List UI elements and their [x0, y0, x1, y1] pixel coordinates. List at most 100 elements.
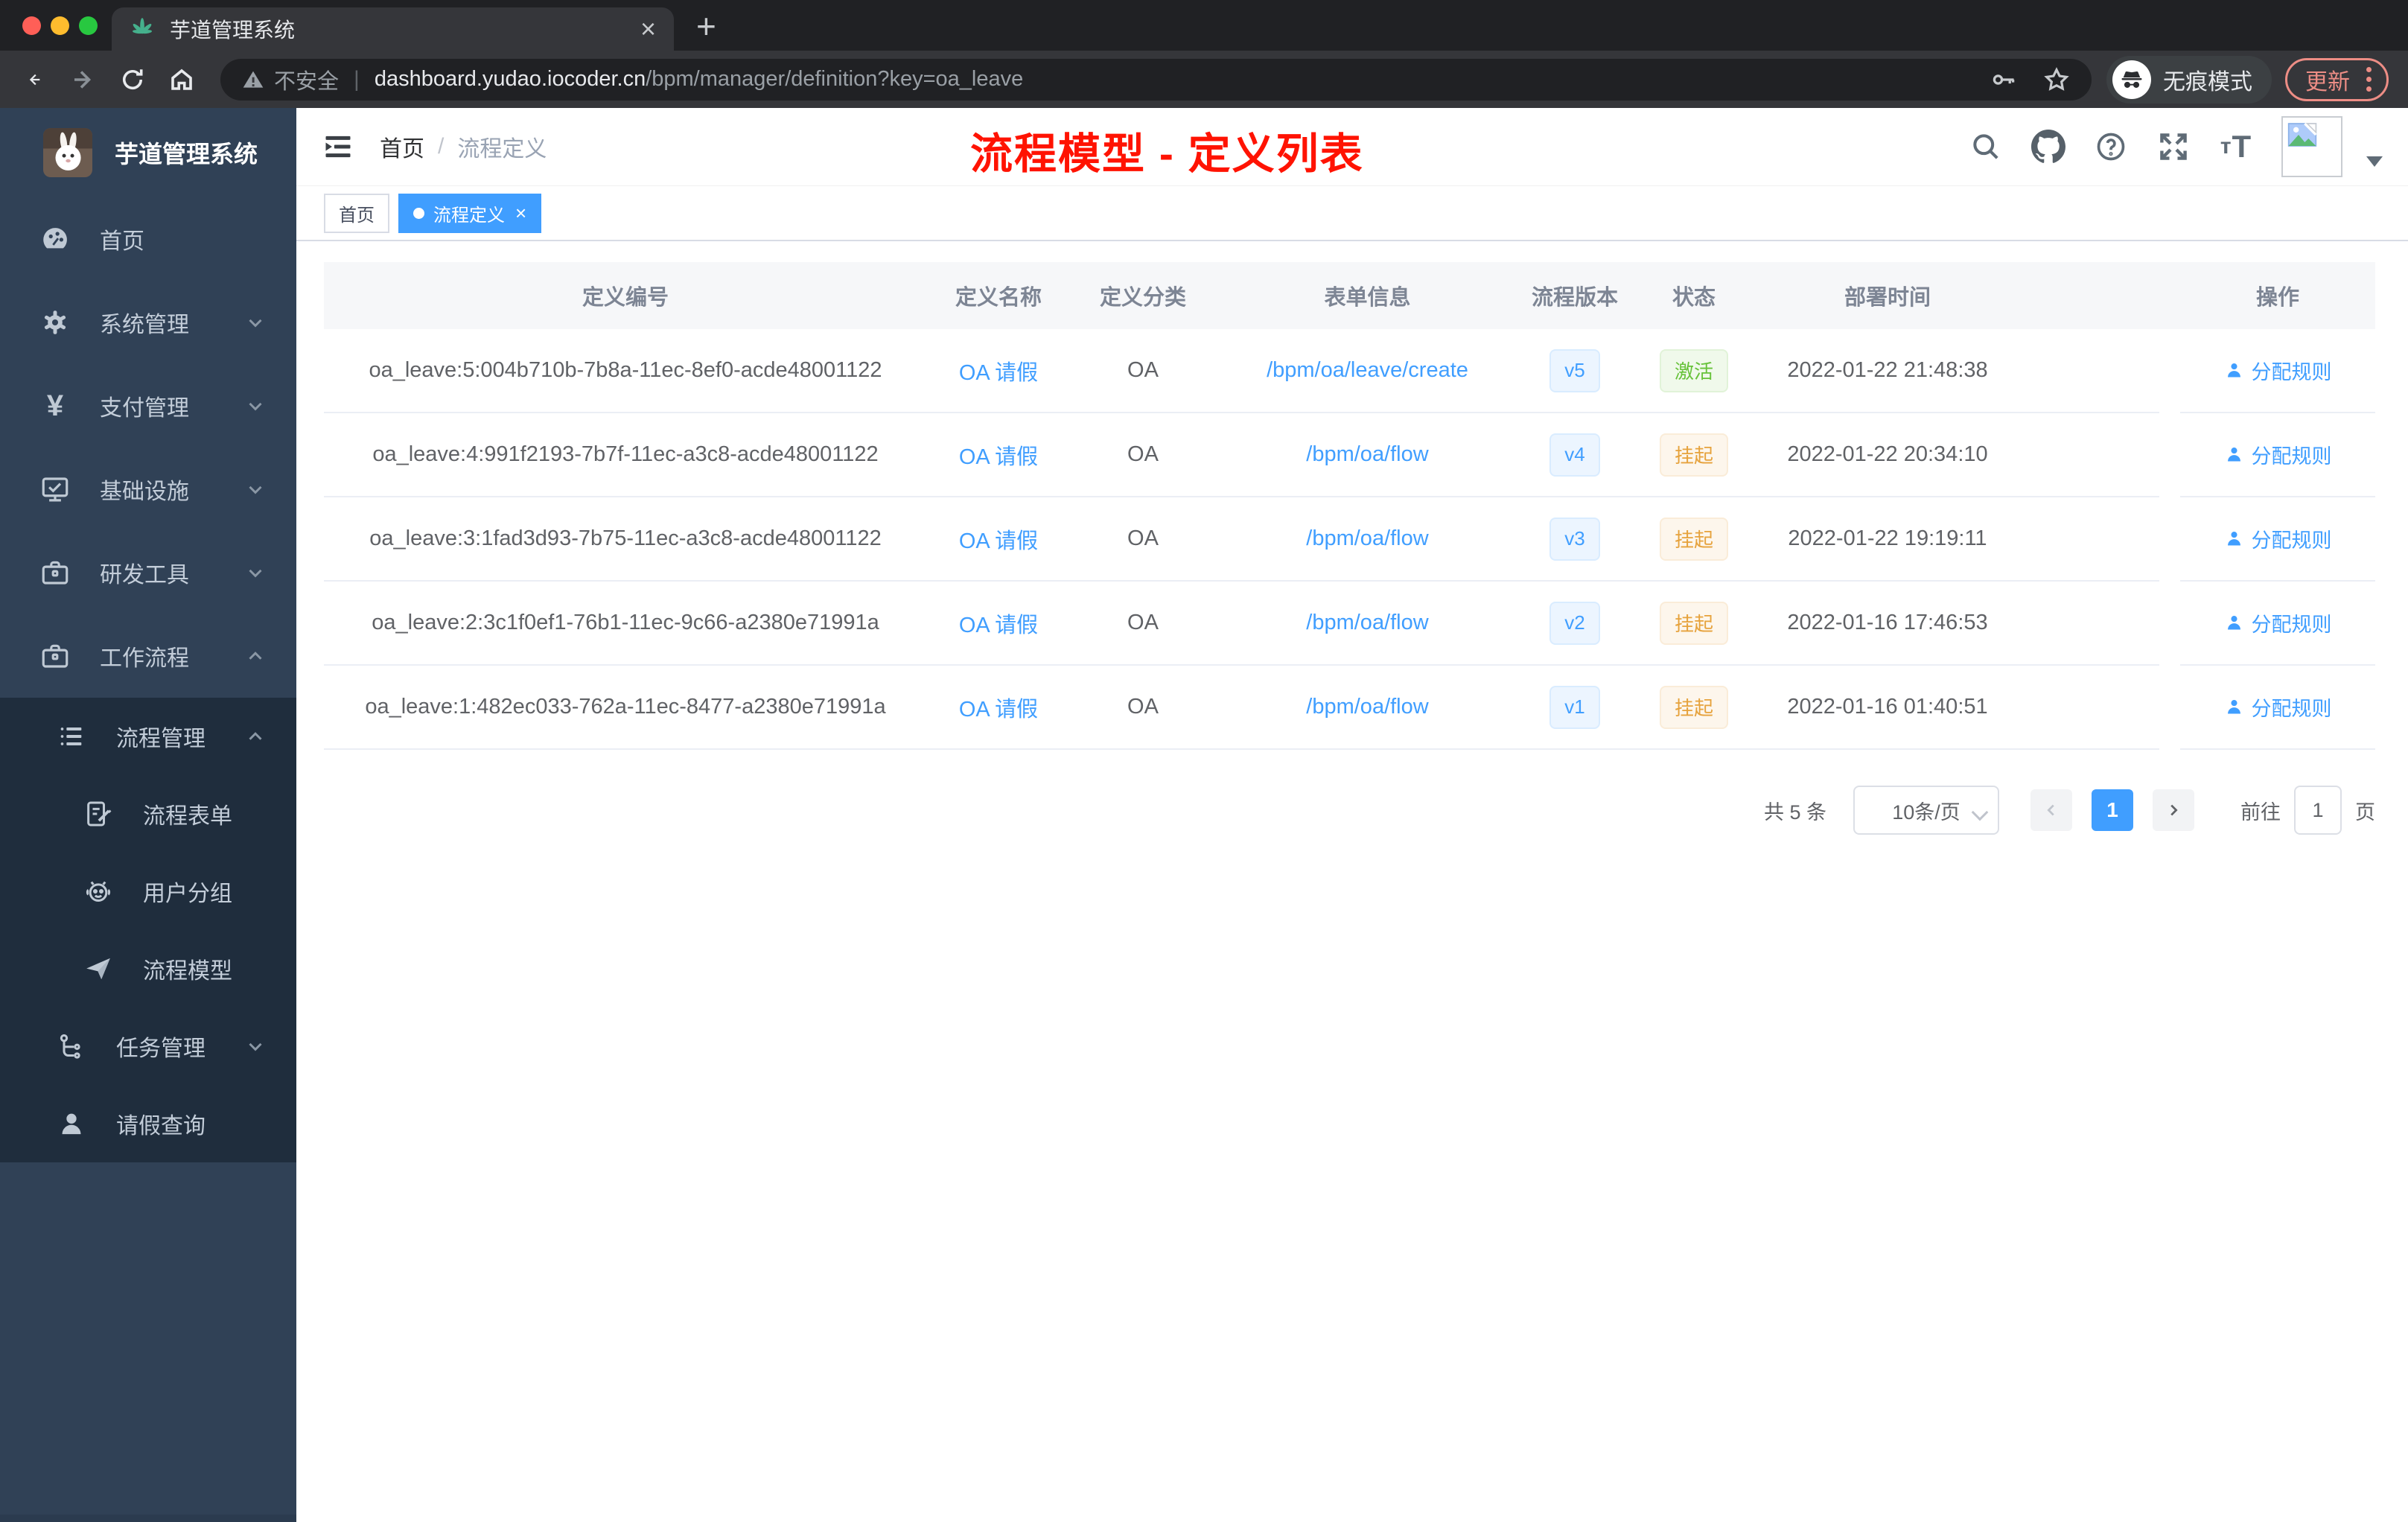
table-row: oa_leave:5:004b710b-7b8a-11ec-8ef0-acde4… [324, 329, 2375, 413]
definition-name-link[interactable]: OA 请假 [959, 355, 1038, 386]
search-icon[interactable] [1969, 130, 2003, 164]
table-header: 定义编号 定义名称 定义分类 表单信息 流程版本 状态 部署时间 操作 [324, 262, 2375, 329]
password-key-icon[interactable] [1990, 66, 2017, 93]
prev-page-button[interactable] [2030, 789, 2072, 831]
sidebar: 芋道管理系统 首页 系统管理 ¥ 支付管理 基础设施 研发工具 工作流程 流程管… [0, 108, 296, 1522]
form-link[interactable]: /bpm/oa/flow [1306, 611, 1428, 635]
definition-name-link[interactable]: OA 请假 [959, 608, 1038, 639]
assign-rule-button[interactable]: 分配规则 [2224, 608, 2332, 637]
sidebar-item-payment[interactable]: ¥ 支付管理 [0, 364, 296, 448]
leaf-favicon-icon [133, 18, 152, 34]
tag-home[interactable]: 首页 [324, 193, 389, 233]
tag-close-icon[interactable]: × [515, 203, 526, 223]
sidebar-item-label: 工作流程 [100, 646, 189, 671]
paper-plane-icon [82, 952, 115, 985]
home-button[interactable] [167, 65, 197, 95]
tab-close-icon[interactable]: × [640, 16, 656, 42]
window-close-button[interactable] [22, 16, 41, 35]
browser-tab[interactable]: 芋道管理系统 × [112, 7, 674, 51]
sidebar-item-process-management[interactable]: 流程管理 [0, 698, 296, 775]
definition-name-link[interactable]: OA 请假 [959, 523, 1038, 555]
version-badge: v4 [1549, 433, 1600, 477]
sidebar-item-home[interactable]: 首页 [0, 197, 296, 281]
app-title: 芋道管理系统 [115, 141, 258, 168]
url-separator: | [354, 66, 360, 92]
browser-menu-icon[interactable] [2363, 64, 2374, 95]
goto-page-input[interactable] [2294, 786, 2342, 835]
assign-rule-label: 分配规则 [2251, 445, 2332, 468]
window-minimize-button[interactable] [51, 16, 69, 35]
sidebar-bottom-edge [0, 1515, 296, 1522]
monitor-icon [39, 473, 71, 506]
sidebar-item-infrastructure[interactable]: 基础设施 [0, 448, 296, 531]
caret-down-icon[interactable] [2366, 156, 2383, 167]
dashboard-icon [39, 223, 71, 255]
form-link[interactable]: /bpm/oa/leave/create [1267, 358, 1468, 383]
url-host: dashboard.yudao.iocoder.cn [374, 67, 646, 91]
assign-rule-button[interactable]: 分配规则 [2224, 356, 2332, 385]
user-icon [55, 1107, 88, 1140]
pagination: 共 5 条 10条/页 1 前往 页 [324, 786, 2375, 835]
definition-name-link[interactable]: OA 请假 [959, 692, 1038, 723]
bookmark-star-icon[interactable] [2042, 66, 2071, 94]
definition-category: OA [1070, 497, 1216, 582]
next-page-button[interactable] [2153, 789, 2194, 831]
user-icon [2227, 700, 2240, 714]
font-size-icon[interactable]: тT [2219, 129, 2253, 164]
sidebar-item-leave-query[interactable]: 请假查询 [0, 1085, 296, 1162]
sidebar-logo[interactable]: 芋道管理系统 [0, 108, 296, 197]
definition-name-link[interactable]: OA 请假 [959, 439, 1038, 471]
url-bar[interactable]: 不安全 | dashboard.yudao.iocoder.cn/bpm/man… [220, 58, 2092, 101]
forward-button[interactable] [69, 65, 98, 95]
sidebar-item-process-model[interactable]: 流程模型 [0, 930, 296, 1007]
sidebar-collapse-icon[interactable] [322, 130, 354, 163]
version-badge: v5 [1549, 348, 1600, 392]
sidebar-item-system[interactable]: 系统管理 [0, 281, 296, 364]
back-button[interactable] [19, 65, 49, 95]
assign-rule-button[interactable]: 分配规则 [2224, 692, 2332, 722]
update-label: 更新 [2305, 69, 2350, 95]
form-link[interactable]: /bpm/oa/flow [1306, 526, 1428, 551]
sidebar-item-process-form[interactable]: 流程表单 [0, 775, 296, 853]
form-link[interactable]: /bpm/oa/flow [1306, 695, 1428, 719]
column-header: 表单信息 [1216, 262, 1519, 329]
sidebar-item-task-management[interactable]: 任务管理 [0, 1007, 296, 1085]
sidebar-item-label: 请假查询 [116, 1114, 206, 1139]
workflow-submenu: 流程管理 流程表单 用户分组 流程模型 任务管理 请假查询 [0, 698, 296, 1162]
browser-tabstrip: 芋道管理系统 × + [0, 0, 2408, 51]
sidebar-item-label: 任务管理 [116, 1037, 206, 1061]
reload-button[interactable] [118, 65, 147, 95]
avatar[interactable] [2281, 116, 2342, 177]
page-size-value: 10条/页 [1892, 800, 1961, 824]
window-zoom-button[interactable] [79, 16, 98, 35]
tag-process-definition[interactable]: 流程定义 × [398, 193, 542, 233]
chevron-down-icon [249, 319, 262, 328]
new-tab-button[interactable]: + [696, 6, 716, 46]
help-icon[interactable] [2094, 130, 2128, 164]
sidebar-item-label: 首页 [100, 229, 144, 254]
breadcrumb-current: 流程定义 [457, 137, 547, 162]
assign-rule-button[interactable]: 分配规则 [2224, 440, 2332, 469]
breadcrumb: 首页 / 流程定义 [380, 130, 547, 163]
form-link[interactable]: /bpm/oa/flow [1306, 442, 1428, 467]
definition-table: 定义编号 定义名称 定义分类 表单信息 流程版本 状态 部署时间 操作 oa_l… [324, 262, 2375, 750]
breadcrumb-home[interactable]: 首页 [380, 130, 424, 163]
sidebar-item-user-group[interactable]: 用户分组 [0, 853, 296, 930]
sidebar-item-devtools[interactable]: 研发工具 [0, 531, 296, 614]
browser-chrome: 芋道管理系统 × + 不安全 | dashboard.yudao.iocoder… [0, 0, 2408, 108]
sidebar-item-label: 基础设施 [100, 480, 189, 504]
assign-rule-label: 分配规则 [2251, 361, 2332, 383]
security-label[interactable]: 不安全 [274, 64, 339, 95]
column-header: 操作 [2180, 262, 2375, 329]
active-dot-icon [413, 207, 424, 219]
page-number-button[interactable]: 1 [2092, 789, 2133, 831]
assign-rule-button[interactable]: 分配规则 [2224, 524, 2332, 553]
sidebar-item-workflow[interactable]: 工作流程 [0, 614, 296, 698]
form-edit-icon [82, 797, 115, 830]
navbar-actions: тT [1969, 116, 2383, 177]
page-size-select[interactable]: 10条/页 [1853, 786, 1999, 835]
sidebar-item-label: 用户分组 [143, 882, 232, 906]
fullscreen-icon[interactable] [2156, 130, 2191, 164]
github-icon[interactable] [2031, 130, 2065, 164]
update-button[interactable]: 更新 [2285, 57, 2389, 101]
